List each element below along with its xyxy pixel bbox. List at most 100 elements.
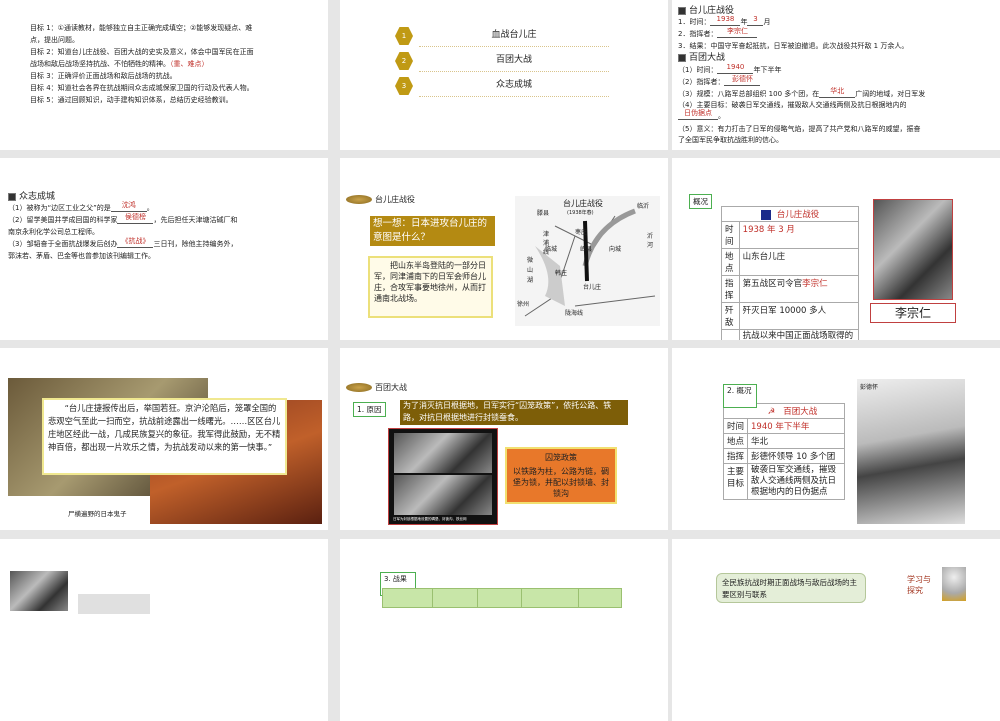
contents-item[interactable]: 2 百团大战: [395, 50, 609, 72]
row-value: 山东台儿庄: [738, 248, 860, 276]
battle-table: 台儿庄战役 时间 1938 年 3 月 地点 山东台儿庄 指挥 第五战区司令官李宗仁 …: [721, 206, 860, 340]
goals-list: 目标 1：①通读教材，能够独立自主正确完成填空；②能够发现疑点、难 点，提出问题…: [30, 22, 254, 106]
row-label: 地点: [721, 248, 740, 276]
contents-label: 百团大战: [419, 50, 609, 72]
book-icon: [678, 6, 686, 15]
historic-photo: [78, 594, 150, 614]
answer-commander: 李宗仁: [717, 25, 758, 38]
slide-quote[interactable]: “台儿庄捷报传出后，举国若狂。京沪沦陷后，笼罩全国的悲观空气至此一扫而空，抗战前…: [0, 348, 328, 530]
contents-item[interactable]: 1 血战台儿庄: [395, 25, 609, 47]
photo-caption: 李宗仁: [870, 303, 956, 323]
row-value: 彭德怀领导 10 多个团: [747, 448, 845, 464]
header-text: 百团大战: [375, 383, 407, 392]
row-label: 主要目标: [723, 463, 748, 500]
figure-icon: [942, 567, 966, 601]
contents-item[interactable]: 3 众志成城: [395, 75, 609, 97]
contents-list: 1 血战台儿庄 2 百团大战 3 众志成城: [395, 25, 609, 97]
map-subtitle: (1938年春): [567, 210, 594, 216]
slide-learning-goals[interactable]: 目标 1：①通读教材，能够独立自主正确完成填空；②能够发现疑点、难 点，提出问题…: [0, 0, 328, 150]
label: ，先后担任天津塘沽碱厂和: [153, 216, 238, 224]
kmt-flag-icon: [760, 209, 771, 220]
goal-text: 目标 2：知道台儿庄战役、百团大战的史实及意义，体会中国军民在正面: [30, 48, 254, 56]
row-label: 影响: [721, 329, 740, 340]
slide-taierzhuang-map[interactable]: 台儿庄战役 想一想：日本进攻台儿庄的意图是什么？ 把山东半岛登陆的一部分日军，同…: [340, 158, 668, 340]
answer-commander: 彭德怀: [724, 73, 761, 86]
row-value: 歼灭日军 10000 多人: [738, 302, 860, 330]
map-place: 临沂: [637, 203, 650, 210]
answer: 《抗战》: [117, 235, 154, 248]
answer: 侯德榜: [117, 211, 154, 224]
li-zongren-photo: [873, 199, 953, 300]
photo-label: 彭德怀: [860, 384, 879, 391]
label: （3）规模：八路军总部组织 100 多个团，在: [678, 90, 820, 98]
map-title: 台儿庄战役: [563, 199, 603, 208]
row-value: 第五战区司令官: [742, 279, 803, 289]
slide-taierzhuang-overview[interactable]: 概况 台儿庄战役 时间 1938 年 3 月 地点 山东台儿庄 指挥 第五战区司令官李…: [672, 158, 1000, 340]
map-place: 津浦线: [543, 231, 550, 256]
slide-hundred-regiments-overview[interactable]: ☭ 百团大战 时间 1940 年下半年 地点 华北 指挥 彭德怀领导 10 多个团 主要…: [672, 348, 1000, 530]
row-value: 1940 年下半年: [747, 418, 845, 434]
row-label: 指挥: [723, 448, 748, 464]
row-label: 歼敌: [721, 302, 740, 330]
slide-study-inquiry[interactable]: 全民族抗战时期正面战场与敌后战场的主要区别与联系 学习与探究: [672, 539, 1000, 721]
battle-table: ☭ 百团大战 时间 1940 年下半年 地点 华北 指挥 彭德怀领导 10 多个团 主要…: [723, 403, 845, 500]
label: 了全国军民争取抗战胜利的信心。: [678, 136, 783, 144]
slide-fill-blanks-battles[interactable]: 台儿庄战役 1．时间： 1938 年 3 月 2．指挥者： 李宗仁 3．结果：中国守军奋起…: [672, 0, 1000, 150]
label: （1）被称为“边区工业之父”的是: [8, 204, 111, 212]
contents-label: 血战台儿庄: [419, 25, 609, 47]
label: 2．指挥者：: [678, 30, 718, 38]
answer-box: 把山东半岛登陆的一部分日军，同津浦南下的日军会师台儿庄，合攻军事要地徐州，从而打…: [368, 256, 493, 318]
map-place: 向城: [609, 246, 622, 253]
goal-text: 目标 5：通过回顾知识，动手建构知识体系，总结历史经验教训。: [30, 96, 233, 104]
goal-text: 目标 4：知道社会各界在抗战期间众志成城保家卫国的行动及代表人物。: [30, 84, 254, 92]
slide-contents[interactable]: 1 血战台儿庄 2 百团大战 3 众志成城: [340, 0, 668, 150]
row-label: 指挥: [721, 275, 740, 303]
hexagon-number-icon: 3: [395, 77, 413, 95]
row-value: 1938 年 3 月: [738, 221, 860, 249]
header-text: 台儿庄战役: [375, 195, 415, 204]
map-place: 徐州: [517, 301, 530, 308]
barbed-wire-image: [394, 475, 492, 515]
key-note: （重、难点）: [170, 60, 209, 68]
label: 郭沫若、茅盾、巴金等也曾参加该刊编辑工作。: [8, 252, 155, 260]
image-caption: 尸横遍野的日本鬼子: [68, 510, 127, 518]
map-place: 滕县: [537, 210, 550, 217]
label: 三日刊，除他主持编务外，: [153, 240, 238, 248]
answer-target: 日伪据点: [678, 107, 718, 120]
slide-header: 百团大战: [346, 382, 407, 393]
row-label: 地点: [723, 433, 748, 449]
row-value: 华北: [747, 433, 845, 449]
row-label: 时间: [723, 418, 748, 434]
label: （2）指挥者：: [678, 78, 725, 86]
label: （3）邹韬奋于全面抗战爆发后创办: [8, 240, 118, 248]
label: 1．时间：: [678, 18, 711, 26]
label: 南京永利化学公司总工程师。: [8, 228, 99, 236]
row-value: 破袭日军交通线，摧毁敌人交通线两侧及抗日根据地内的日伪据点: [747, 463, 845, 500]
book-icon: [678, 53, 686, 62]
hexagon-number-icon: 2: [395, 52, 413, 70]
goal-text: 战场和敌后战场坚持抗战、不怕牺牲的精神。: [30, 60, 170, 68]
map-place: 沂河: [647, 233, 654, 249]
book-icon: [8, 192, 16, 201]
leaf-icon: [346, 383, 372, 392]
label: 月: [763, 18, 771, 26]
policy-title: 囚笼政策: [545, 453, 577, 462]
cause-text: 为了消灭抗日根据地，日军实行“囚笼政策”，依托公路、铁路，对抗日根据地进行封锁蚕…: [400, 400, 628, 425]
cause-tag: 1. 原因: [353, 402, 386, 417]
title-text: 众志成城: [19, 192, 56, 202]
peng-dehuai-photo: 彭德怀: [857, 379, 965, 524]
slide-results[interactable]: 3. 战果: [340, 539, 668, 721]
overview-tag: 2. 概况: [723, 384, 757, 408]
slide-hundred-regiments-cause[interactable]: 百团大战 1. 原因 为了消灭抗日根据地，日军实行“囚笼政策”，依托公路、铁路，…: [340, 348, 668, 530]
policy-text: 以铁路为柱，公路为链，碉堡为锁，并配以封锁墙、封锁沟: [513, 467, 609, 498]
photo-caption: 日军为封锁根据地设置的碉堡、封锁沟、铁丝网: [393, 517, 467, 521]
hexagon-number-icon: 1: [395, 27, 413, 45]
label: （2）留学美国并学成回国的科学家: [8, 216, 118, 224]
row-value: 李宗仁: [802, 279, 828, 289]
goal-text: 目标 1：①通读教材，能够独立自主正确完成填空；②能够发现疑点、难: [30, 24, 253, 32]
battle-map: 台儿庄战役 (1938年春) 滕县 枣庄 临沂 临城 峄县 向城 韩庄 台儿庄 …: [515, 196, 660, 326]
slide-photos[interactable]: [0, 539, 328, 721]
row-value: 抗战以来中国正面战场取得的最大的一场胜仗，振奋了中国军民的精神，坚定了抗战意志和…: [738, 329, 860, 340]
row-label: 时间: [721, 221, 740, 249]
slide-united-effort[interactable]: 众志成城 （1）被称为“边区工业之父”的是 沈鸿。 （2）留学美国并学成回国的科学…: [0, 158, 328, 340]
